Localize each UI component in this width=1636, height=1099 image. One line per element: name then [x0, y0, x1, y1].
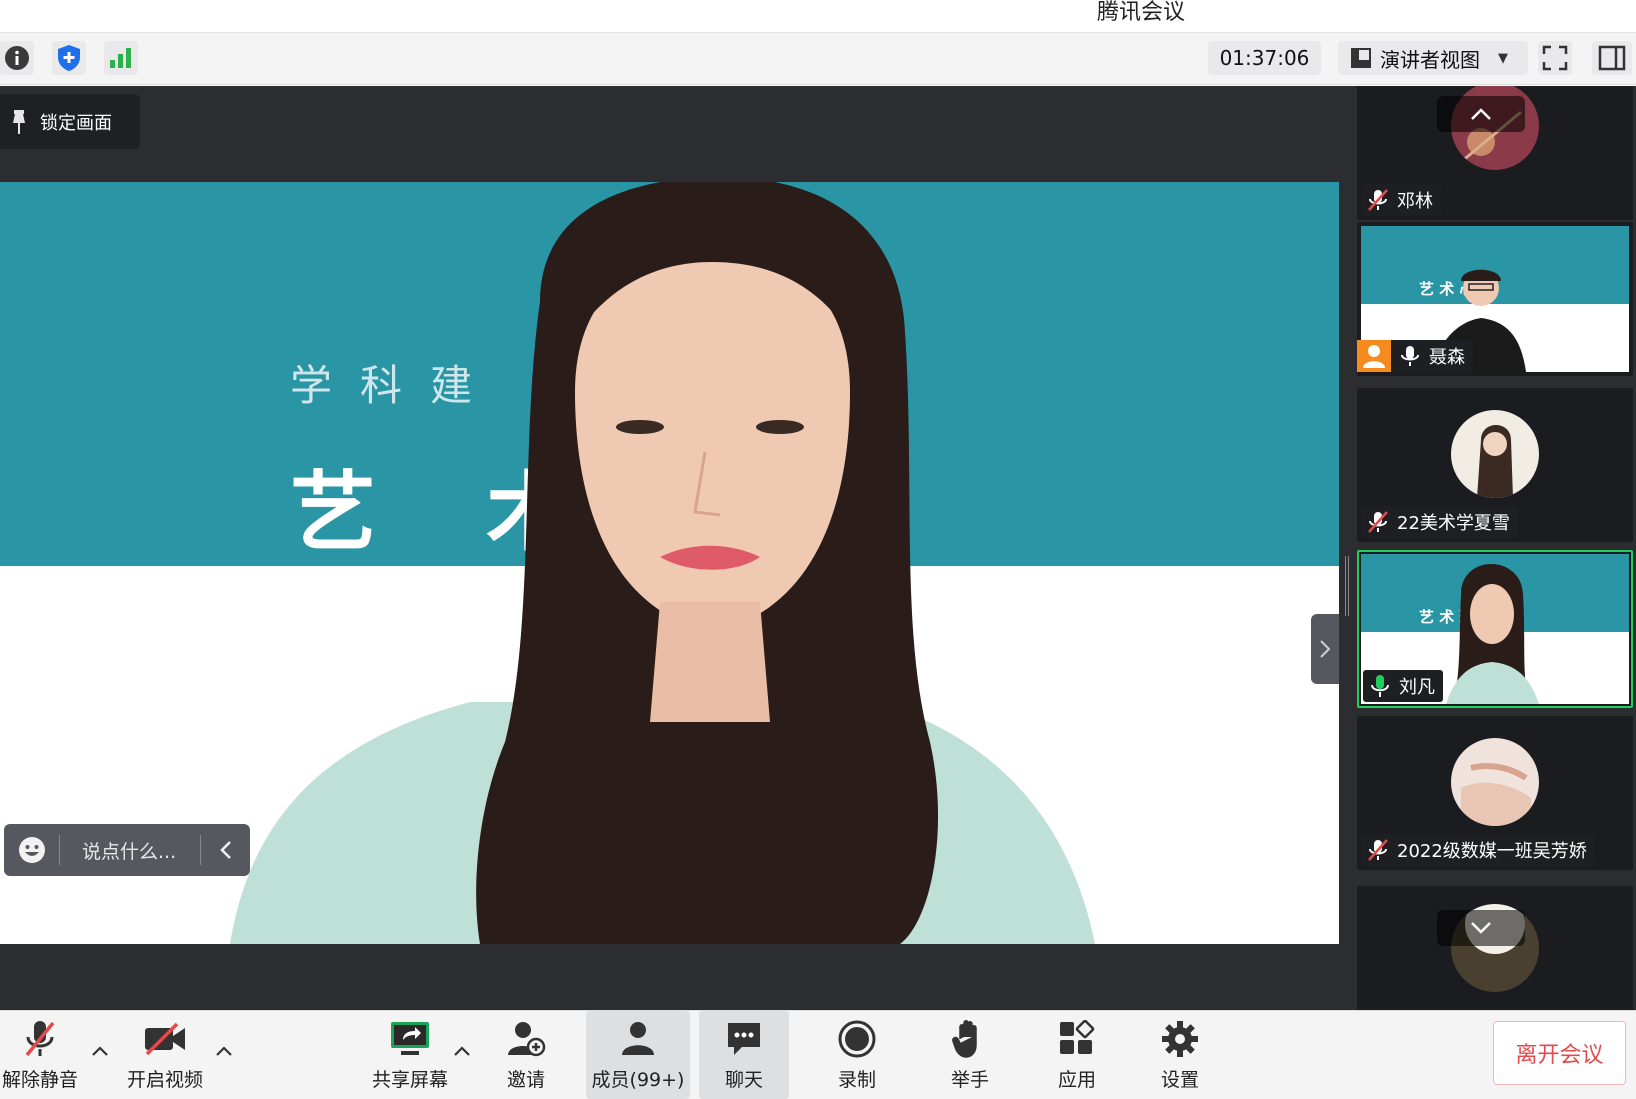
chevron-down-icon [1471, 922, 1491, 934]
mic-muted-icon [1368, 839, 1388, 861]
chevron-up-icon [1471, 108, 1491, 120]
scroll-up-button[interactable] [1437, 96, 1525, 132]
unmute-label: 解除静音 [1, 1069, 78, 1091]
participant-name: 邓林 [1397, 191, 1433, 212]
mic-muted-icon [1368, 511, 1388, 533]
participant-tile[interactable] [1357, 886, 1633, 1010]
settings-label: 设置 [1160, 1069, 1199, 1091]
chat-bubble-icon [722, 1017, 766, 1061]
record-label: 录制 [837, 1069, 876, 1091]
avatar [1451, 738, 1539, 826]
start-video-label: 开启视频 [126, 1069, 203, 1091]
participant-name: 2022级数媒一班吴芳娇 [1397, 841, 1587, 862]
security-shield-icon[interactable] [52, 41, 86, 75]
raise-hand-label: 举手 [950, 1069, 989, 1091]
meeting-window: 腾讯会议 01:37:06 演讲者视图 ▼ 学科建 流讲座 艺术 理 锁定画面 … [0, 0, 1636, 1099]
raise-hand-button[interactable]: 举手 [940, 1011, 1000, 1099]
share-options-chevron-up-icon[interactable] [452, 1041, 472, 1061]
members-button[interactable]: 成员(99+) [586, 1011, 690, 1099]
apps-label: 应用 [1057, 1069, 1096, 1091]
chevron-down-icon: ▼ [1498, 50, 1508, 66]
invite-button[interactable]: 邀请 [496, 1011, 556, 1099]
fullscreen-icon[interactable] [1538, 41, 1572, 75]
participant-panel: 邓林 艺 术 心 理 聂森 22美术学夏雪 艺 术 理 刘凡 2022级数媒一班… [1339, 86, 1636, 1010]
meeting-timer: 01:37:06 [1208, 41, 1321, 75]
scroll-down-button[interactable] [1437, 910, 1525, 946]
speaker-view-icon [1351, 48, 1371, 68]
view-mode-label: 演讲者视图 [1380, 47, 1480, 72]
pin-icon [13, 109, 25, 134]
share-screen-icon [388, 1017, 432, 1061]
panel-toggle-button[interactable] [1311, 614, 1339, 684]
camera-off-icon [143, 1017, 187, 1061]
participant-tile[interactable]: 艺 术 心 理 聂森 [1357, 222, 1633, 376]
participant-name: 刘凡 [1399, 677, 1435, 698]
participant-nametag: 邓林 [1361, 184, 1441, 216]
lock-screen-button[interactable]: 锁定画面 [0, 94, 140, 149]
members-icon [616, 1017, 660, 1061]
view-mode-dropdown[interactable]: 演讲者视图 ▼ [1338, 41, 1528, 75]
emoji-icon[interactable] [4, 835, 60, 865]
participant-nametag: 2022级数媒一班吴芳娇 [1361, 834, 1595, 866]
participant-tile-active[interactable]: 艺 术 理 刘凡 [1357, 550, 1633, 708]
leave-meeting-button[interactable]: 离开会议 [1493, 1021, 1626, 1085]
settings-button[interactable]: 设置 [1150, 1011, 1210, 1099]
mic-icon [1401, 346, 1419, 366]
start-video-button[interactable]: 开启视频 [125, 1011, 205, 1099]
share-screen-button[interactable]: 共享屏幕 [368, 1011, 452, 1099]
sidebar-layout-icon[interactable] [1592, 41, 1632, 75]
chevron-left-icon[interactable] [200, 835, 250, 865]
mic-muted-icon [1368, 189, 1388, 211]
app-title: 腾讯会议 [1097, 0, 1186, 25]
chat-button[interactable]: 聊天 [699, 1011, 789, 1099]
signal-strength-icon[interactable] [104, 41, 138, 75]
avatar [1451, 410, 1539, 498]
info-icon[interactable] [0, 41, 34, 75]
mic-speaking-icon [1371, 675, 1389, 697]
invite-label: 邀请 [506, 1069, 545, 1091]
mic-muted-icon [18, 1017, 62, 1061]
quick-chat-bar[interactable]: 说点什么... [4, 824, 250, 876]
participant-nametag: 22美术学夏雪 [1361, 506, 1518, 538]
video-options-chevron-up-icon[interactable] [214, 1041, 234, 1061]
apps-grid-icon [1055, 1017, 1099, 1061]
share-screen-label: 共享屏幕 [371, 1069, 448, 1091]
apps-button[interactable]: 应用 [1047, 1011, 1107, 1099]
top-toolbar: 01:37:06 演讲者视图 ▼ [0, 33, 1636, 85]
title-bar: 腾讯会议 [0, 0, 1636, 33]
chevron-right-icon [1320, 640, 1331, 658]
participant-nametag: 聂森 [1357, 340, 1473, 372]
panel-resize-handle[interactable] [1345, 556, 1349, 616]
participant-name: 聂森 [1429, 347, 1465, 368]
add-user-icon [504, 1017, 548, 1061]
gear-icon [1158, 1017, 1202, 1061]
participant-tile[interactable]: 22美术学夏雪 [1357, 388, 1633, 542]
participant-tile[interactable]: 2022级数媒一班吴芳娇 [1357, 716, 1633, 870]
participant-nametag: 刘凡 [1363, 670, 1443, 702]
audio-options-chevron-up-icon[interactable] [90, 1041, 110, 1061]
members-label: 成员(99+) [591, 1069, 685, 1091]
participant-name: 22美术学夏雪 [1397, 513, 1510, 534]
unmute-button[interactable]: 解除静音 [0, 1011, 80, 1099]
main-stage: 学科建 流讲座 艺术 理 锁定画面 说点什么... [0, 86, 1339, 1010]
lock-screen-label: 锁定画面 [40, 112, 112, 134]
hand-icon [948, 1017, 992, 1061]
chat-input[interactable]: 说点什么... [60, 837, 200, 864]
host-badge-icon [1357, 340, 1391, 372]
chat-label: 聊天 [724, 1069, 763, 1091]
bottom-toolbar: 解除静音 开启视频 共享屏幕 邀请 成员(99+) 聊天 录制 举手 应用 设置… [0, 1010, 1636, 1099]
record-icon [835, 1017, 879, 1061]
record-button[interactable]: 录制 [827, 1011, 887, 1099]
